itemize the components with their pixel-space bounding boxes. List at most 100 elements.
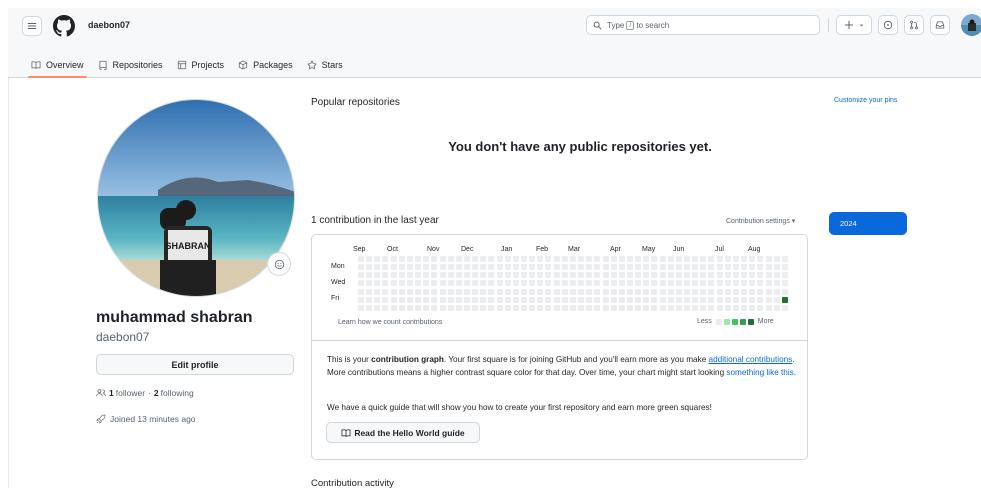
contribution-day-cell[interactable] bbox=[504, 264, 511, 271]
contribution-day-cell[interactable] bbox=[358, 304, 364, 311]
contribution-day-cell[interactable] bbox=[667, 288, 674, 295]
contribution-day-cell[interactable] bbox=[439, 256, 446, 262]
contribution-day-cell[interactable] bbox=[765, 256, 772, 262]
contribution-day-cell[interactable] bbox=[504, 288, 511, 295]
contribution-day-cell[interactable] bbox=[716, 272, 723, 279]
contribution-day-cell[interactable] bbox=[618, 288, 625, 295]
contribution-day-cell[interactable] bbox=[635, 264, 642, 271]
contribution-day-cell[interactable] bbox=[732, 256, 739, 262]
contribution-day-cell[interactable] bbox=[496, 304, 503, 311]
contribution-day-cell[interactable] bbox=[732, 296, 739, 303]
contribution-day-cell[interactable] bbox=[781, 272, 788, 279]
contribution-day-cell[interactable] bbox=[602, 296, 609, 303]
contribution-day-cell[interactable] bbox=[749, 256, 756, 262]
contribution-day-cell[interactable] bbox=[675, 296, 682, 303]
hello-world-guide-button[interactable]: Read the Hello World guide bbox=[326, 422, 480, 443]
contribution-day-cell[interactable] bbox=[521, 304, 527, 311]
contribution-day-cell[interactable] bbox=[659, 280, 666, 287]
contribution-day-cell[interactable] bbox=[537, 272, 544, 279]
contribution-day-cell[interactable] bbox=[757, 280, 764, 287]
contribution-day-cell[interactable] bbox=[382, 280, 389, 287]
contribution-day-cell[interactable] bbox=[537, 280, 544, 287]
contribution-day-cell[interactable] bbox=[472, 288, 479, 295]
contribution-day-cell[interactable] bbox=[684, 280, 690, 287]
contribution-day-cell[interactable] bbox=[447, 288, 454, 295]
contribution-day-cell[interactable] bbox=[496, 256, 503, 262]
contribution-day-cell[interactable] bbox=[390, 264, 397, 271]
contribution-day-cell[interactable] bbox=[455, 288, 462, 295]
contribution-day-cell[interactable] bbox=[504, 280, 511, 287]
contribution-day-cell[interactable] bbox=[569, 304, 576, 311]
contribution-day-cell[interactable] bbox=[463, 304, 470, 311]
contribution-day-cell[interactable] bbox=[488, 304, 495, 311]
learn-contributions-link[interactable]: Learn how we count contributions bbox=[338, 319, 442, 326]
contribution-day-cell[interactable] bbox=[480, 264, 487, 271]
contribution-day-cell[interactable] bbox=[757, 256, 764, 262]
contribution-day-cell[interactable] bbox=[374, 256, 381, 262]
contribution-day-cell[interactable] bbox=[366, 272, 373, 279]
contribution-day-cell[interactable] bbox=[488, 288, 495, 295]
contribution-day-cell[interactable] bbox=[374, 272, 381, 279]
contribution-day-cell[interactable] bbox=[749, 264, 756, 271]
contribution-day-cell[interactable] bbox=[626, 296, 633, 303]
contribution-day-cell[interactable] bbox=[406, 264, 413, 271]
contribution-day-cell[interactable] bbox=[488, 296, 495, 303]
contribution-day-cell[interactable] bbox=[602, 264, 609, 271]
contribution-day-cell[interactable] bbox=[398, 256, 405, 262]
contribution-day-cell[interactable] bbox=[578, 264, 585, 271]
contribution-day-cell[interactable] bbox=[569, 288, 576, 295]
contribution-day-cell[interactable] bbox=[700, 256, 707, 262]
contribution-day-cell[interactable] bbox=[553, 296, 560, 303]
contribution-day-cell[interactable] bbox=[732, 288, 739, 295]
contribution-day-cell[interactable] bbox=[675, 256, 682, 262]
edit-profile-button[interactable]: Edit profile bbox=[96, 354, 294, 375]
contribution-day-cell[interactable] bbox=[382, 288, 389, 295]
contribution-day-cell[interactable] bbox=[447, 272, 454, 279]
contribution-day-cell[interactable] bbox=[463, 272, 470, 279]
contribution-day-cell[interactable] bbox=[700, 280, 707, 287]
contribution-day-cell[interactable] bbox=[618, 264, 625, 271]
contribution-day-cell[interactable] bbox=[382, 256, 389, 262]
search-input[interactable]: Type / to search bbox=[586, 15, 820, 35]
contribution-day-cell[interactable] bbox=[406, 256, 413, 262]
contribution-day-cell[interactable] bbox=[602, 280, 609, 287]
contribution-day-cell[interactable] bbox=[415, 280, 422, 287]
contribution-day-cell[interactable] bbox=[635, 256, 642, 262]
contribution-day-cell[interactable] bbox=[651, 280, 658, 287]
contribution-day-cell[interactable] bbox=[537, 296, 544, 303]
contribution-day-cell[interactable] bbox=[618, 304, 625, 311]
contribution-day-cell[interactable] bbox=[643, 256, 650, 262]
contribution-day-cell[interactable] bbox=[716, 296, 723, 303]
contribution-day-cell[interactable] bbox=[724, 272, 731, 279]
contribution-day-cell[interactable] bbox=[480, 288, 487, 295]
contribution-day-cell[interactable] bbox=[415, 256, 422, 262]
tab-packages[interactable]: Packages bbox=[231, 51, 300, 78]
contribution-day-cell[interactable] bbox=[406, 296, 413, 303]
contribution-day-cell[interactable] bbox=[374, 296, 381, 303]
contribution-day-cell[interactable] bbox=[553, 256, 560, 262]
contribution-day-cell[interactable] bbox=[406, 280, 413, 287]
contribution-day-cell[interactable] bbox=[398, 296, 405, 303]
contribution-day-cell[interactable] bbox=[472, 296, 479, 303]
contribution-day-cell[interactable] bbox=[390, 288, 397, 295]
followers-link[interactable]: 1 follower bbox=[109, 388, 145, 398]
contribution-day-cell[interactable] bbox=[626, 280, 633, 287]
contribution-day-cell[interactable] bbox=[594, 256, 601, 262]
contribution-day-cell[interactable] bbox=[757, 264, 764, 271]
contribution-day-cell[interactable] bbox=[423, 272, 430, 279]
contribution-day-cell[interactable] bbox=[512, 256, 519, 262]
contribution-day-cell[interactable] bbox=[732, 264, 739, 271]
tab-stars[interactable]: Stars bbox=[300, 51, 350, 78]
contribution-day-cell[interactable] bbox=[716, 256, 723, 262]
contribution-day-cell[interactable] bbox=[488, 272, 495, 279]
contribution-day-cell[interactable] bbox=[773, 272, 780, 279]
contribution-day-cell[interactable] bbox=[455, 256, 462, 262]
contribution-day-cell[interactable] bbox=[521, 280, 527, 287]
contribution-day-cell[interactable] bbox=[643, 264, 650, 271]
contribution-day-cell[interactable] bbox=[667, 304, 674, 311]
contribution-day-cell[interactable] bbox=[455, 280, 462, 287]
contribution-day-cell[interactable] bbox=[659, 296, 666, 303]
contribution-day-cell[interactable] bbox=[561, 280, 568, 287]
contribution-day-cell[interactable] bbox=[545, 272, 552, 279]
contribution-day-cell[interactable] bbox=[366, 296, 373, 303]
